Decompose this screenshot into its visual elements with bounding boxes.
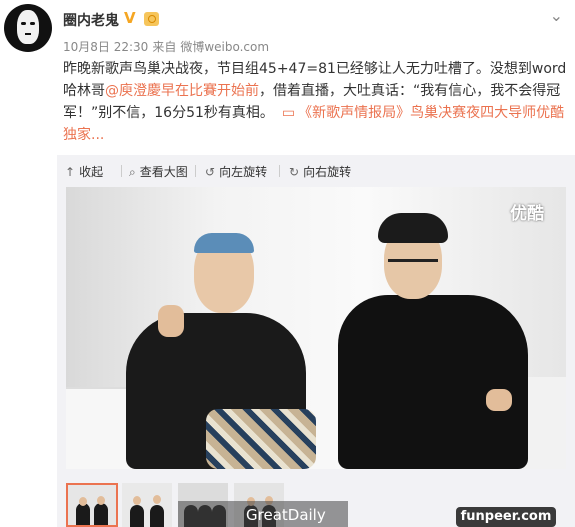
verified-badge-icon: V [124,9,136,27]
post-date[interactable]: 10月8日 22:30 [63,40,148,54]
collapse-button[interactable]: ↑ 收起 [65,163,103,180]
rotate-right-label: 向右旋转 [303,165,352,179]
collapse-label: 收起 [79,165,104,179]
post-text: 昨晚新歌声鸟巢决战夜，节目组45+47=81已经够让人无力吐槽了。没想到word… [63,58,569,146]
divider [121,165,122,177]
source-prefix: 来自 [152,40,177,54]
thumbnail-2[interactable] [122,483,172,527]
person-left-legs [206,409,316,469]
avatar-face [17,10,39,44]
video-link-icon: ▭ [281,105,296,121]
divider [195,165,196,177]
media-card: ↑ 收起 ⌕ 查看大图 ↺ 向左旋转 ↻ 向右旋转 优酷 [57,155,575,527]
collapse-arrow-icon: ↑ [65,165,76,179]
post-meta: 10月8日 22:30 来自 微博weibo.com [63,38,273,55]
person-right-body [338,295,528,469]
mention-link[interactable]: @庾澄慶早在比賽开始前 [105,83,259,99]
rotate-left-icon: ↺ [205,165,216,179]
rotate-left-button[interactable]: ↺ 向左旋转 [205,163,267,180]
avatar[interactable] [4,4,52,52]
vip-badge-icon [144,12,159,26]
person-left-hair [194,233,254,253]
rotate-right-icon: ↻ [289,165,300,179]
magnifier-icon: ⌕ [129,165,136,179]
rotate-right-button[interactable]: ↻ 向右旋转 [289,163,351,180]
site-badge: funpeer.com [456,507,556,527]
divider [279,165,280,177]
person-right-hair [378,213,448,243]
person-left-fist [158,305,184,337]
view-large-label: 查看大图 [139,165,188,179]
media-toolbar: ↑ 收起 ⌕ 查看大图 ↺ 向左旋转 ↻ 向右旋转 [57,155,575,187]
person-right-hand [486,389,512,411]
video-watermark: 优酷 [510,204,544,224]
glasses [388,259,438,270]
post-source[interactable]: 微博weibo.com [180,40,269,54]
main-photo[interactable]: 优酷 [66,187,566,469]
rotate-left-label: 向左旋转 [219,165,268,179]
view-large-button[interactable]: ⌕ 查看大图 [129,163,188,180]
username[interactable]: 圈内老鬼 [63,10,119,30]
thumbnail-1[interactable] [66,483,118,527]
overlay-watermark-text: GreatDaily [246,506,326,524]
chevron-down-icon[interactable]: ⌄ [550,6,563,25]
